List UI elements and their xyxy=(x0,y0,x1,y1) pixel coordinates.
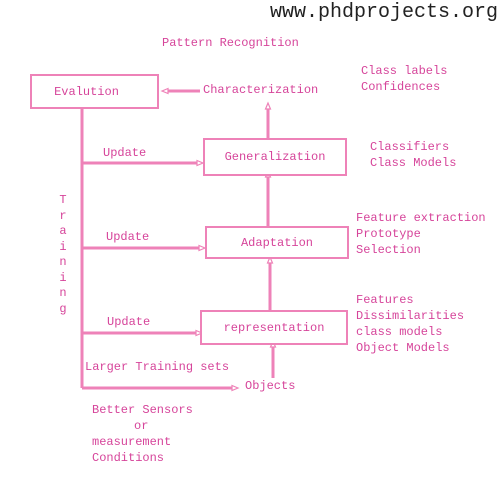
note-line: Classifiers xyxy=(370,140,450,154)
note-line: Class labels xyxy=(361,64,448,78)
note-line: Prototype xyxy=(356,227,421,241)
adaptation-notes: Feature extraction Prototype Selection xyxy=(356,210,486,258)
update-label-3: Update xyxy=(107,315,151,329)
note-line: or xyxy=(134,419,149,433)
training-letter: g xyxy=(59,301,67,316)
note-line: class models xyxy=(356,325,443,339)
note-line: Better Sensors xyxy=(92,403,193,417)
adaptation-box: Adaptation xyxy=(205,226,349,259)
characterization-label: Characterization xyxy=(203,83,319,97)
note-line: Feature extraction xyxy=(356,211,486,225)
training-letter: i xyxy=(59,239,67,254)
representation-label: representation xyxy=(223,320,325,335)
larger-training-label: Larger Training sets xyxy=(85,360,230,374)
generalization-label: Generalization xyxy=(224,150,326,164)
characterization-notes: Class labels Confidences xyxy=(361,63,447,95)
note-line: measurement xyxy=(92,435,172,449)
representation-box: representation xyxy=(200,310,348,345)
generalization-box: Generalization xyxy=(203,138,347,176)
arrowhead-evaluation xyxy=(160,87,169,95)
training-letter: T xyxy=(59,193,67,207)
note-line: Object Models xyxy=(356,341,450,355)
update-label-2: Update xyxy=(106,230,150,244)
note-line: Features xyxy=(356,293,414,307)
training-letter: n xyxy=(59,286,67,300)
note-line: Conditions xyxy=(92,451,165,465)
arrowhead-objects xyxy=(231,384,240,392)
note-line: Dissimilarities xyxy=(356,309,465,323)
objects-label: Objects xyxy=(245,379,296,393)
generalization-notes: Classifiers Class Models xyxy=(370,139,456,171)
update-label-1: Update xyxy=(103,146,147,160)
representation-notes: Features Dissimilarities class models Ob… xyxy=(356,292,464,356)
evaluation-label: Evalution xyxy=(54,84,119,99)
bottom-notes: Better Sensors or measurement Conditions xyxy=(92,402,193,466)
training-letter: n xyxy=(59,255,67,269)
note-line: Selection xyxy=(356,243,421,257)
training-letter: a xyxy=(59,224,67,238)
note-line: Class Models xyxy=(370,156,457,170)
adaptation-label: Adaptation xyxy=(240,235,313,250)
evaluation-box: Evalution xyxy=(30,74,159,109)
training-letter: r xyxy=(59,208,67,223)
training-vertical-label: T r a i n i n g xyxy=(57,193,69,317)
arrowhead-characterization xyxy=(264,101,272,110)
training-letter: i xyxy=(59,270,67,285)
note-line: Confidences xyxy=(361,80,441,94)
